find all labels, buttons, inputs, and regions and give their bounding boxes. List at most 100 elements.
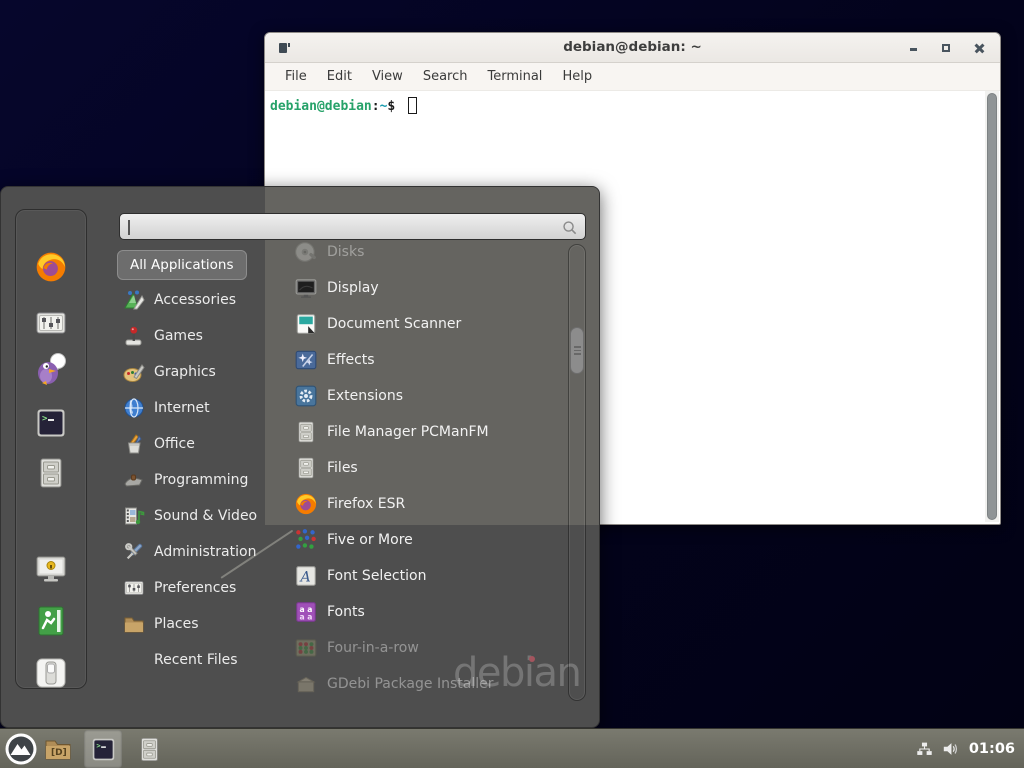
category-label: Accessories — [154, 292, 236, 308]
svg-text:a a: a a — [299, 613, 312, 622]
app-label: File Manager PCManFM — [327, 424, 489, 440]
category-label: Sound & Video — [154, 508, 257, 524]
category-label: Internet — [154, 400, 210, 416]
window-controls — [889, 40, 988, 56]
administration-icon — [123, 541, 145, 563]
svg-text:>: > — [96, 740, 100, 749]
favorite-pidgin[interactable] — [34, 352, 68, 386]
category-label: Office — [154, 436, 195, 452]
menu-scrollbar-thumb[interactable] — [570, 327, 584, 374]
app-item-firefox-esr[interactable]: Firefox ESR — [266, 486, 566, 522]
category-places[interactable]: Places — [111, 606, 267, 642]
app-label: Four-in-a-row — [327, 640, 419, 656]
app-item-gdebi-package-installer[interactable]: GDebi Package Installer — [266, 666, 566, 702]
app-label: Effects — [327, 352, 375, 368]
svg-text:[D]: [D] — [51, 748, 67, 758]
desktop: debian@debian: ~ FileEditViewSearchTermi… — [0, 0, 1024, 768]
app-item-document-scanner[interactable]: Document Scanner — [266, 306, 566, 342]
taskbar-menu-button[interactable] — [4, 732, 38, 766]
terminal-scrollbar-thumb[interactable] — [987, 93, 997, 520]
category-accessories[interactable]: Accessories — [111, 282, 267, 318]
category-games[interactable]: Games — [111, 318, 267, 354]
clock[interactable]: 01:06 — [969, 741, 1018, 757]
app-label: Firefox ESR — [327, 496, 405, 512]
menubar-item-search[interactable]: Search — [413, 66, 478, 87]
app-label: Font Selection — [327, 568, 426, 584]
menubar-item-terminal[interactable]: Terminal — [477, 66, 552, 87]
app-item-effects[interactable]: Effects — [266, 342, 566, 378]
menu-scrollbar[interactable] — [568, 244, 586, 701]
taskbar-file-manager-button[interactable]: [D] — [44, 735, 72, 763]
prompt-separator: : — [372, 99, 380, 114]
category-internet[interactable]: Internet — [111, 390, 267, 426]
app-item-extensions[interactable]: Extensions — [266, 378, 566, 414]
category-programming[interactable]: Programming — [111, 462, 267, 498]
category-label: Programming — [154, 472, 248, 488]
file-cabinet-icon — [136, 736, 163, 763]
taskbar-files-button[interactable] — [136, 736, 163, 763]
menubar-item-file[interactable]: File — [275, 66, 317, 87]
logout-icon — [34, 604, 68, 638]
app-label: Fonts — [327, 604, 365, 620]
terminal-titlebar[interactable]: debian@debian: ~ — [265, 33, 1000, 63]
minimize-icon — [910, 48, 917, 51]
minimize-button[interactable] — [905, 40, 922, 56]
favorite-shutdown[interactable] — [34, 656, 68, 690]
menubar-item-edit[interactable]: Edit — [317, 66, 362, 87]
category-label: Places — [154, 616, 199, 632]
office-icon — [123, 433, 145, 455]
favorite-logout[interactable] — [34, 604, 68, 638]
app-label: Extensions — [327, 388, 403, 404]
maximize-button[interactable] — [938, 40, 955, 56]
app-label: Display — [327, 280, 379, 296]
category-graphics[interactable]: Graphics — [111, 354, 267, 390]
app-item-four-in-a-row[interactable]: Four-in-a-row — [266, 630, 566, 666]
app-label: Document Scanner — [327, 316, 461, 332]
menubar-item-help[interactable]: Help — [552, 66, 602, 87]
app-item-disks[interactable]: Disks — [266, 234, 566, 270]
app-item-display[interactable]: Display — [266, 270, 566, 306]
graphics-icon — [123, 361, 145, 383]
volume-icon[interactable] — [942, 740, 960, 758]
app-item-file-manager-pcmanfm[interactable]: File Manager PCManFM — [266, 414, 566, 450]
sound-video-icon — [123, 505, 145, 527]
category-label: Preferences — [154, 580, 236, 596]
network-icon[interactable] — [916, 740, 933, 758]
app-label: GDebi Package Installer — [327, 676, 493, 692]
games-icon — [123, 325, 145, 347]
app-item-fonts[interactable]: a aa aFonts — [266, 594, 566, 630]
close-button[interactable] — [971, 40, 988, 56]
firefox-icon — [34, 250, 68, 284]
favorite-firefox[interactable] — [34, 250, 68, 284]
category-recent-files[interactable]: Recent Files — [111, 642, 267, 678]
menubar-item-view[interactable]: View — [362, 66, 413, 87]
effects-icon — [294, 348, 318, 372]
category-administration[interactable]: Administration — [111, 534, 267, 570]
app-item-five-or-more[interactable]: Five or More — [266, 522, 566, 558]
font-selection-icon: A — [294, 564, 318, 588]
favorite-settings[interactable] — [34, 306, 68, 340]
category-label: Games — [154, 328, 203, 344]
menu-logo-icon — [4, 732, 38, 766]
category-preferences[interactable]: Preferences — [111, 570, 267, 606]
category-label: Recent Files — [154, 652, 238, 668]
favorite-files[interactable] — [34, 456, 68, 490]
display-icon — [294, 276, 318, 300]
firefox-icon — [294, 492, 318, 516]
terminal-scrollbar[interactable] — [985, 91, 999, 522]
prompt-user-host: debian@debian — [270, 99, 372, 114]
terminal-icon: > — [34, 406, 68, 440]
application-list: Disks Display Document Scanner Effects Exten… — [266, 234, 566, 702]
app-item-files[interactable]: Files — [266, 450, 566, 486]
terminal-icon: > — [90, 736, 117, 763]
taskbar-terminal-button[interactable]: > — [84, 730, 122, 768]
settings-panel-icon — [34, 306, 68, 340]
prompt-line: debian@debian:~$ — [270, 97, 980, 114]
all-applications-button[interactable]: All Applications — [117, 250, 247, 280]
category-sound-video[interactable]: Sound & Video — [111, 498, 267, 534]
favorite-lock-screen[interactable] — [34, 552, 68, 586]
svg-text:>: > — [42, 414, 48, 424]
app-item-font-selection[interactable]: A Font Selection — [266, 558, 566, 594]
category-office[interactable]: Office — [111, 426, 267, 462]
favorite-terminal[interactable]: > — [34, 406, 68, 440]
